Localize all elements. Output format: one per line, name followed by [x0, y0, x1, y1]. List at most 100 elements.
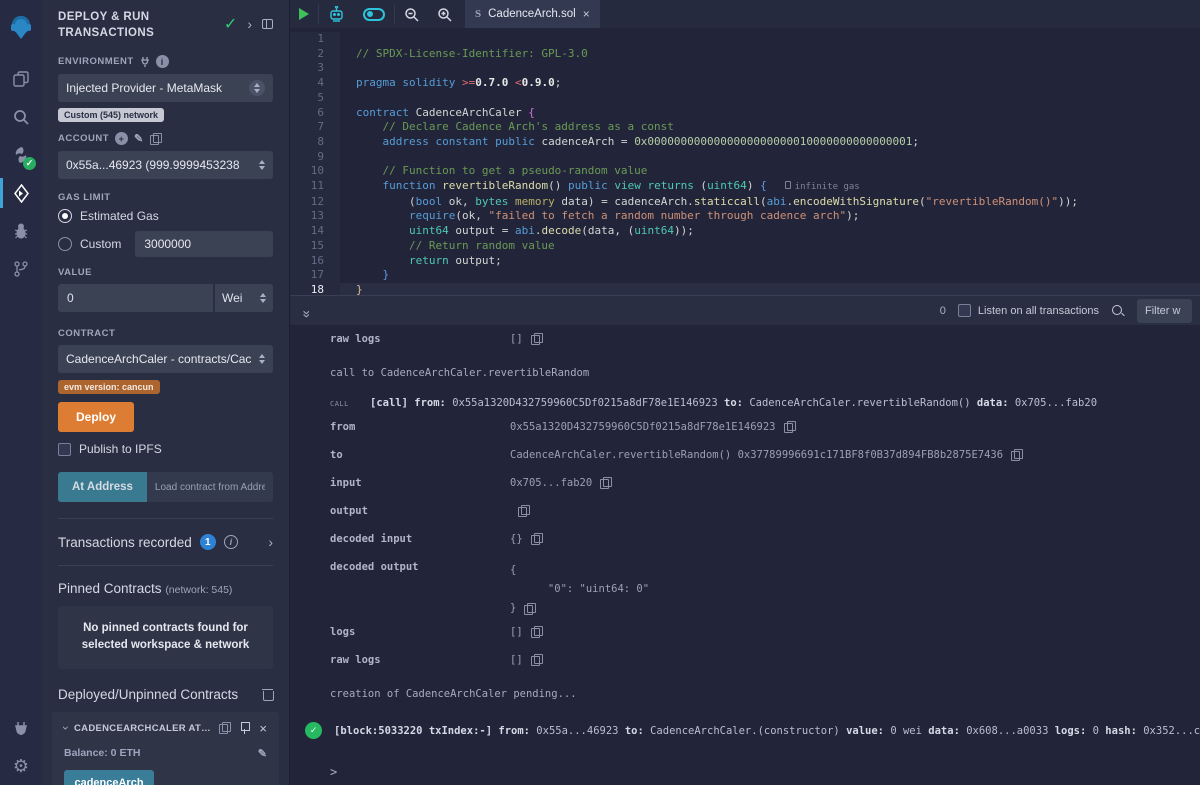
- publish-ipfs-checkbox[interactable]: [58, 443, 71, 456]
- publish-ipfs-option[interactable]: Publish to IPFS: [58, 442, 273, 456]
- close-tab-icon[interactable]: ×: [583, 8, 590, 20]
- line-content: return output;: [340, 254, 1200, 269]
- code-editor[interactable]: 12// SPDX-License-Identifier: GPL-3.034p…: [290, 28, 1200, 295]
- copy-account-icon[interactable]: [150, 133, 161, 145]
- terminal-prompt[interactable]: >: [330, 765, 1200, 779]
- plug-icon[interactable]: [140, 56, 150, 68]
- contract-select[interactable]: CadenceArchCaler - contracts/Cac: [58, 345, 273, 373]
- line-number: 10: [290, 164, 340, 179]
- estimated-gas-option[interactable]: Estimated Gas: [58, 209, 273, 223]
- code-line[interactable]: 12 (bool ok, bytes memory data) = cadenc…: [290, 195, 1200, 210]
- code-line[interactable]: 5: [290, 91, 1200, 106]
- zoom-in-icon[interactable]: [428, 0, 461, 28]
- copy-icon[interactable]: [531, 626, 542, 638]
- tab-cadencearch-sol[interactable]: S CadenceArch.sol ×: [465, 0, 600, 28]
- copy-icon[interactable]: [531, 333, 542, 345]
- copilot-toggle[interactable]: [354, 0, 394, 28]
- line-number: 8: [290, 135, 340, 150]
- copy-icon[interactable]: [784, 421, 795, 433]
- debugger-icon[interactable]: [0, 212, 42, 250]
- remove-contract-icon[interactable]: ×: [259, 722, 267, 735]
- account-select[interactable]: 0x55a...46923 (999.9999453238: [58, 151, 273, 179]
- deploy-button[interactable]: Deploy: [58, 402, 134, 432]
- code-line[interactable]: 9: [290, 150, 1200, 165]
- code-line[interactable]: 14 uint64 output = abi.decode(data, (uin…: [290, 224, 1200, 239]
- copy-icon[interactable]: [531, 533, 542, 545]
- expand-terminal-icon[interactable]: «: [297, 304, 313, 318]
- code-line[interactable]: 11 function revertibleRandom() public vi…: [290, 179, 1200, 195]
- transactions-recorded-row[interactable]: Transactions recorded 1 i ›: [42, 519, 289, 565]
- custom-gas-input[interactable]: 3000000: [135, 231, 273, 257]
- search-icon[interactable]: [0, 98, 42, 136]
- remix-logo-icon[interactable]: [0, 8, 42, 46]
- copy-icon[interactable]: [524, 603, 535, 615]
- tx-expand-icon[interactable]: ›: [268, 535, 273, 549]
- code-line[interactable]: 6contract CadenceArchCaler {: [290, 106, 1200, 121]
- copy-address-icon[interactable]: [219, 722, 230, 734]
- edit-balance-icon[interactable]: ✎: [258, 747, 267, 760]
- at-address-button[interactable]: At Address: [58, 472, 147, 502]
- code-line[interactable]: 15 // Return random value: [290, 239, 1200, 254]
- gas-limit-label: GAS LIMIT: [58, 192, 273, 203]
- contract-card-title[interactable]: CADENCEARCHCALER AT 0X: [74, 723, 213, 734]
- line-content: function revertibleRandom() public view …: [340, 179, 1200, 195]
- code-line[interactable]: 1: [290, 32, 1200, 47]
- custom-gas-radio[interactable]: [58, 237, 72, 251]
- settings-gear-icon[interactable]: ⚙: [0, 747, 42, 785]
- copy-icon[interactable]: [600, 477, 611, 489]
- plugin-manager-icon[interactable]: [0, 709, 42, 747]
- fn-cadencearch-button[interactable]: cadenceArch: [64, 770, 154, 785]
- code-line[interactable]: 4pragma solidity >=0.7.0 <0.9.0;: [290, 76, 1200, 91]
- terminal-kv-row: raw logs[]: [330, 654, 1200, 674]
- code-line[interactable]: 18}: [290, 283, 1200, 295]
- value-unit-select[interactable]: Wei: [215, 284, 273, 312]
- pin-contract-icon[interactable]: [240, 722, 249, 734]
- code-line[interactable]: 7 // Declare Cadence Arch's address as a…: [290, 120, 1200, 135]
- tx-info-icon[interactable]: i: [224, 535, 238, 549]
- at-address-input[interactable]: [147, 472, 273, 502]
- estimated-gas-radio[interactable]: [58, 209, 72, 223]
- terminal-call-row[interactable]: CALL[call] from: 0x55a1320D432759960C5Df…: [330, 397, 1200, 409]
- pin-panel-icon[interactable]: [262, 19, 273, 29]
- code-line[interactable]: 3: [290, 61, 1200, 76]
- copy-icon[interactable]: [518, 505, 529, 517]
- run-script-icon[interactable]: [290, 0, 318, 28]
- value-input[interactable]: 0: [58, 284, 213, 312]
- terminal-output[interactable]: raw logs[]call to CadenceArchCaler.rever…: [290, 325, 1200, 785]
- custom-gas-option[interactable]: Custom: [58, 237, 121, 251]
- code-line[interactable]: 2// SPDX-License-Identifier: GPL-3.0: [290, 47, 1200, 62]
- environment-select[interactable]: Injected Provider - MetaMask: [58, 74, 273, 102]
- terminal-search-icon[interactable]: [1111, 304, 1125, 318]
- collapse-contract-icon[interactable]: ›: [60, 726, 72, 730]
- code-line[interactable]: 16 return output;: [290, 254, 1200, 269]
- file-explorer-icon[interactable]: [0, 60, 42, 98]
- environment-info-icon[interactable]: i: [156, 55, 169, 68]
- terminal-success-row[interactable]: ✓[block:5033220 txIndex:-] from: 0x55a..…: [330, 722, 1200, 739]
- account-label: ACCOUNT + ✎: [58, 132, 273, 145]
- solidity-compiler-icon[interactable]: ✓: [0, 136, 42, 174]
- line-content: // Declare Cadence Arch's address as a c…: [340, 120, 1200, 135]
- copy-icon[interactable]: [531, 654, 542, 666]
- code-line[interactable]: 10 // Function to get a pseudo-random va…: [290, 164, 1200, 179]
- panel-forward-icon[interactable]: ›: [247, 17, 252, 31]
- code-line[interactable]: 8 address constant public cadenceArch = …: [290, 135, 1200, 150]
- compile-success-badge: ✓: [23, 157, 36, 170]
- copy-icon[interactable]: [1011, 449, 1022, 461]
- code-line[interactable]: 13 require(ok, "failed to fetch a random…: [290, 209, 1200, 224]
- pending-tx-count: 0: [940, 305, 946, 317]
- sign-message-icon[interactable]: ✎: [134, 132, 144, 145]
- zoom-out-icon[interactable]: [395, 0, 428, 28]
- network-badge: Custom (545) network: [58, 108, 164, 122]
- git-icon[interactable]: [0, 250, 42, 288]
- select-arrows-icon: [249, 80, 265, 96]
- ai-assistant-icon[interactable]: [319, 0, 354, 28]
- listen-all-tx-option[interactable]: Listen on all transactions: [958, 304, 1099, 317]
- remix-ide: ✓: [0, 0, 1200, 785]
- listen-all-tx-checkbox[interactable]: [958, 304, 971, 317]
- add-account-icon[interactable]: +: [115, 132, 128, 145]
- code-line[interactable]: 17 }: [290, 268, 1200, 283]
- clear-contracts-trash-icon[interactable]: [263, 688, 273, 700]
- terminal-filter-input[interactable]: [1137, 299, 1192, 323]
- deploy-run-icon[interactable]: [0, 174, 42, 212]
- balance-text: Balance: 0 ETH: [64, 747, 140, 759]
